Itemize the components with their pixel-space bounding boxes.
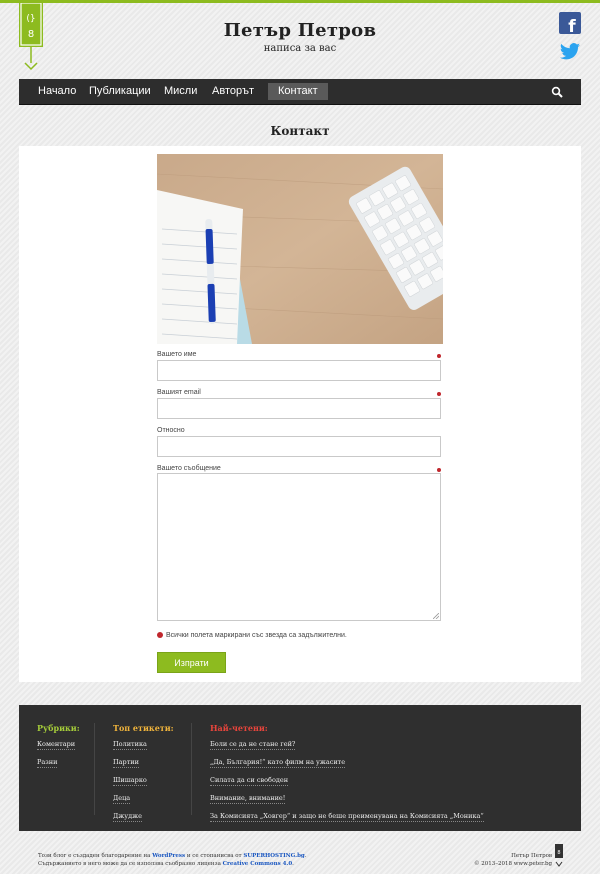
popular-post-link[interactable]: Внимание, внимание!: [210, 794, 484, 804]
page-title: Контакт: [270, 124, 330, 138]
copyright-text: © 2013–2018 www.peter.bg: [473, 861, 552, 867]
tag-link[interactable]: Джуджe: [113, 812, 174, 822]
site-title[interactable]: Петър Петров: [0, 20, 600, 41]
svg-text:8: 8: [557, 850, 560, 856]
tag-link[interactable]: Политика: [113, 740, 174, 750]
submit-button[interactable]: Изпрати: [157, 652, 226, 673]
subject-field[interactable]: [157, 436, 441, 457]
copyright: Петър Петров © 2013–2018 www.peter.bg: [474, 852, 552, 868]
email-label: Вашият email: [157, 389, 201, 396]
nav-item-home[interactable]: Начало: [28, 83, 86, 100]
site-subtitle: написа за вас: [263, 43, 337, 54]
tag-link[interactable]: Деца: [113, 794, 174, 804]
info-icon: [157, 632, 163, 638]
wordpress-link[interactable]: WordPress: [152, 853, 185, 859]
footer-logo[interactable]: 8: [554, 844, 564, 868]
footer-tags: Топ етикети: Политика Партии Шишарко Дец…: [113, 723, 174, 830]
svg-text:f: f: [568, 17, 576, 34]
footer-divider: [191, 723, 192, 815]
category-link[interactable]: Коментари: [37, 740, 80, 750]
popular-post-link[interactable]: „Да, България!“ като филм на ужасите: [210, 758, 484, 768]
tag-link[interactable]: Шишарко: [113, 776, 174, 786]
copyright-name: Петър Петров: [511, 853, 552, 859]
required-marker: [437, 468, 441, 472]
credits: Този блог е създаден благодарение на Wor…: [38, 853, 307, 867]
twitter-icon[interactable]: [559, 42, 581, 62]
categories-heading: Рубрики:: [37, 723, 80, 733]
footer-popular: Най-четени: Боли се да не стане гей? „Да…: [210, 723, 484, 830]
license-link[interactable]: Creative Commons 4.0: [223, 861, 293, 867]
required-marker: [437, 354, 441, 358]
hosting-link[interactable]: SUPERHOSTING.bg: [243, 853, 304, 859]
nav-item-contact[interactable]: Контакт: [268, 83, 328, 100]
nav-item-thoughts[interactable]: Мисли: [154, 83, 207, 100]
required-marker: [437, 392, 441, 396]
email-field[interactable]: [157, 398, 441, 419]
popular-post-link[interactable]: Силата да си свободен: [210, 776, 484, 786]
nav-item-author[interactable]: Авторът: [202, 83, 264, 100]
facebook-icon[interactable]: f: [559, 12, 581, 37]
footer: Рубрики: Коментари Разни Топ етикети: По…: [19, 705, 581, 831]
name-label: Вашето име: [157, 351, 197, 358]
main-nav: Начало Публикации Мисли Авторът Контакт: [19, 79, 581, 105]
contact-photo: [157, 154, 443, 344]
message-label: Вашето съобщение: [157, 465, 221, 472]
footer-divider: [94, 723, 95, 815]
tag-link[interactable]: Партии: [113, 758, 174, 768]
nav-item-publications[interactable]: Публикации: [79, 83, 161, 100]
search-icon[interactable]: [551, 86, 563, 98]
top-accent-line: [0, 0, 600, 3]
footer-categories: Рубрики: Коментари Разни: [37, 723, 80, 776]
popular-heading: Най-четени:: [210, 723, 268, 733]
popular-post-link[interactable]: За Комисията „Ховгер“ и защо не беше пре…: [210, 812, 484, 822]
resize-handle-icon[interactable]: [433, 613, 439, 619]
category-link[interactable]: Разни: [37, 758, 80, 768]
message-textarea[interactable]: [157, 473, 441, 621]
required-note: Всички полета маркирани със звезда са за…: [157, 632, 347, 639]
popular-post-link[interactable]: Боли се да не стане гей?: [210, 740, 484, 750]
name-field[interactable]: [157, 360, 441, 381]
tags-heading: Топ етикети:: [113, 723, 174, 733]
subject-label: Относно: [157, 427, 185, 434]
